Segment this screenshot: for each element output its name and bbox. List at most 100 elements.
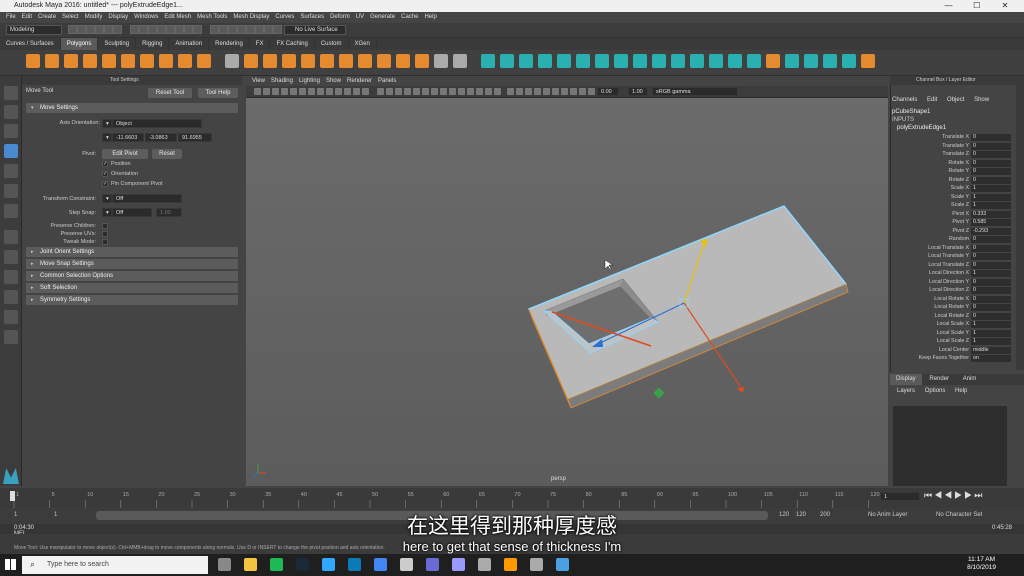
minimize-button[interactable]: — (936, 0, 962, 12)
status-tool-icon[interactable] (184, 25, 193, 34)
viewport-toolbar-icon[interactable] (272, 88, 279, 95)
channel-attr-value[interactable]: 0 (971, 176, 1011, 184)
single-perspective-layout-icon[interactable] (4, 230, 18, 244)
channel-attr-label[interactable]: Local Translate Y (895, 253, 969, 259)
channel-attr-label[interactable]: Rotate Y (895, 168, 969, 174)
shelf-tool-icon[interactable] (633, 54, 647, 68)
transform-constraint-dropdown[interactable]: Off (112, 194, 182, 203)
taskbar-search-box[interactable]: Type here to search (22, 556, 208, 574)
persp-outliner-layout-icon[interactable] (4, 270, 18, 284)
viewport-toolbar-icon[interactable] (344, 88, 351, 95)
shelf-tool-icon[interactable] (614, 54, 628, 68)
channel-attr-label[interactable]: Pivot Z (895, 228, 969, 234)
lasso-tool-icon[interactable] (4, 105, 18, 119)
shelf-tool-icon[interactable] (500, 54, 514, 68)
coord-x-field[interactable]: -11.6603 (112, 133, 144, 142)
object-menu[interactable]: Object (947, 97, 964, 103)
taskbar-clock[interactable]: 11:17 AM 8/10/2019 (967, 556, 996, 572)
task-view-icon[interactable] (218, 558, 231, 571)
shelf-tool-icon[interactable] (178, 54, 192, 68)
status-tool-icon[interactable] (104, 25, 113, 34)
status-tool-icon[interactable] (68, 25, 77, 34)
color-space-dropdown[interactable]: sRGB gamma (652, 87, 738, 96)
status-tool-icon[interactable] (166, 25, 175, 34)
viewport-toolbar-icon[interactable] (440, 88, 447, 95)
channel-attr-value[interactable]: 0.585 (971, 219, 1011, 226)
shelf-tool-icon[interactable] (140, 54, 154, 68)
menu-surfaces[interactable]: Surfaces (300, 14, 324, 20)
position-checkbox[interactable]: ✓ (102, 161, 108, 167)
help-menu[interactable]: Help (955, 388, 967, 394)
manip-plane-handle-icon[interactable] (653, 387, 665, 399)
channel-attr-label[interactable]: Local Direction Y (895, 279, 969, 285)
shelf-tool-icon[interactable] (728, 54, 742, 68)
last-tool-icon[interactable] (4, 204, 18, 218)
select-tool-icon[interactable] (4, 86, 18, 100)
channel-attr-label[interactable]: Local Center (895, 347, 969, 353)
step-snap-value-field[interactable]: 1.00 (156, 208, 182, 217)
live-surface-field[interactable]: No Live Surface (284, 25, 346, 35)
viewport-toolbar-icon[interactable] (317, 88, 324, 95)
status-tool-icon[interactable] (86, 25, 95, 34)
viewport-toolbar-icon[interactable] (449, 88, 456, 95)
channel-attr-value[interactable]: 1 (971, 202, 1011, 209)
menu-help[interactable]: Help (424, 14, 436, 20)
menu-uv[interactable]: UV (356, 14, 364, 20)
viewport-toolbar-icon[interactable] (413, 88, 420, 95)
viewport-toolbar-icon[interactable] (534, 88, 541, 95)
shelf-tool-icon[interactable] (842, 54, 856, 68)
status-tool-icon[interactable] (273, 25, 282, 34)
menu-generate[interactable]: Generate (370, 14, 395, 20)
viewport-toolbar-icon[interactable] (335, 88, 342, 95)
input-node-name[interactable]: polyExtrudeEdge1 (897, 125, 946, 131)
channel-attr-label[interactable]: Rotate Z (895, 177, 969, 183)
shelf-tool-icon[interactable] (64, 54, 78, 68)
shelf-tab-xgen[interactable]: XGen (349, 38, 377, 50)
spotify-icon[interactable] (270, 558, 283, 571)
channel-attr-value[interactable]: 0 (971, 151, 1011, 158)
shelf-tool-icon[interactable] (282, 54, 296, 68)
menu-edit-mesh[interactable]: Edit Mesh (164, 14, 191, 20)
status-tool-icon[interactable] (219, 25, 228, 34)
channel-attr-value[interactable]: 0 (971, 253, 1011, 260)
viewport-toolbar-icon[interactable] (485, 88, 492, 95)
channel-attr-value[interactable]: 0 (971, 142, 1011, 150)
outliner-layout-icon[interactable] (4, 330, 18, 344)
close-button[interactable]: ✕ (992, 0, 1018, 12)
viewport-toolbar-icon[interactable] (588, 88, 595, 95)
move-tool-icon[interactable] (4, 144, 18, 158)
channel-attr-label[interactable]: Local Scale Z (895, 338, 969, 344)
joint-orient-settings-section[interactable]: Joint Orient Settings (26, 247, 238, 257)
channel-attr-value[interactable]: 0 (971, 236, 1011, 243)
obs-icon[interactable] (400, 558, 413, 571)
shelf-tool-icon[interactable] (709, 54, 723, 68)
viewport-toolbar-icon[interactable] (263, 88, 270, 95)
viewport-toolbar-icon[interactable] (525, 88, 532, 95)
channel-attr-value[interactable]: 0 (971, 244, 1011, 252)
channel-attr-value[interactable]: 0 (971, 304, 1011, 311)
scene-geometry[interactable] (246, 98, 888, 486)
photoshop-icon[interactable] (322, 558, 335, 571)
current-time-indicator[interactable] (10, 491, 15, 501)
preserve-uvs-checkbox[interactable] (102, 231, 108, 237)
viewport-toolbar-icon[interactable] (326, 88, 333, 95)
viewport-menu-view[interactable]: View (252, 78, 265, 84)
status-tool-icon[interactable] (228, 25, 237, 34)
viewport-toolbar-icon[interactable] (431, 88, 438, 95)
shelf-tool-icon[interactable] (538, 54, 552, 68)
windows-start-icon[interactable] (5, 559, 16, 570)
channel-attr-label[interactable]: Translate Y (895, 143, 969, 149)
common-selection-options-section[interactable]: Common Selection Options (26, 271, 238, 281)
status-tool-icon[interactable] (77, 25, 86, 34)
shape-node-name[interactable]: pCubeShape1 (892, 109, 930, 115)
gamma-field[interactable]: 1.00 (628, 87, 648, 96)
shelf-tab-rigging[interactable]: Rigging (136, 38, 170, 50)
viewport-toolbar-icon[interactable] (467, 88, 474, 95)
edit-menu[interactable]: Edit (927, 97, 937, 103)
viewport-toolbar-icon[interactable] (476, 88, 483, 95)
viewport-toolbar-icon[interactable] (308, 88, 315, 95)
symmetry-settings-section[interactable]: Symmetry Settings (26, 295, 238, 305)
shelf-tool-icon[interactable] (823, 54, 837, 68)
tool-help-button[interactable]: Tool Help (198, 88, 238, 98)
axis-orientation-dropdown[interactable]: Object (112, 119, 202, 128)
